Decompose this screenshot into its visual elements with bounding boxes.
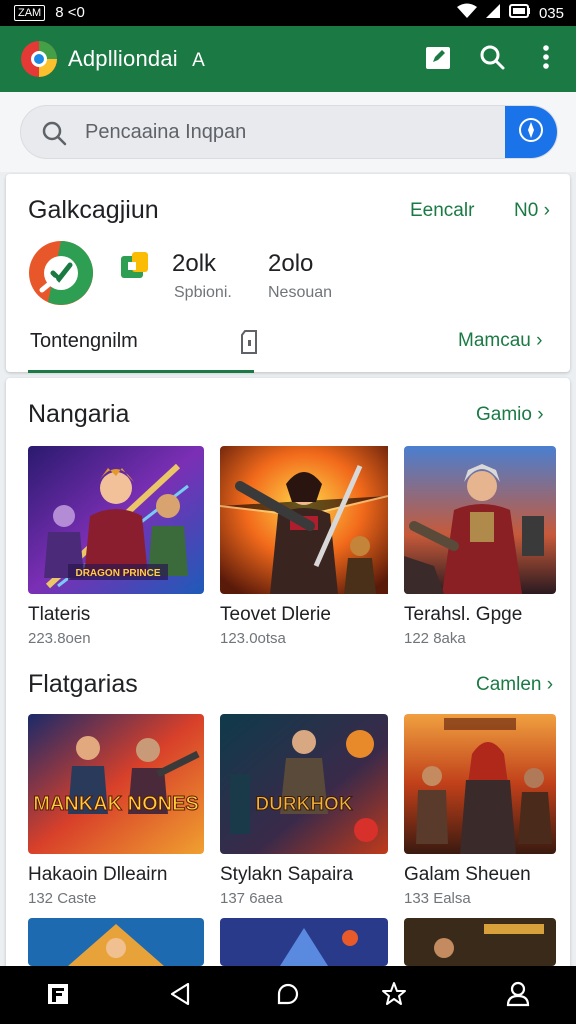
game-sub-5: 137 6aea [220, 890, 283, 907]
summary-link-primary[interactable]: Eencalr [410, 200, 474, 222]
chevron-right-icon: › [536, 330, 543, 351]
nav-home-button[interactable] [272, 980, 304, 1012]
tab-link-label: Mamcau [458, 330, 531, 351]
system-nav-bar [0, 966, 576, 1024]
summary-link-secondary-label: N0 [514, 200, 539, 221]
game-card-7[interactable] [28, 918, 204, 966]
game-card-9[interactable] [404, 918, 556, 966]
game-sub-1: 223.8oen [28, 630, 91, 647]
game-cover-1: DRAGON PRINCE [28, 446, 204, 594]
game-sub-2: 123.0otsa [220, 630, 286, 647]
back-icon [169, 982, 191, 1011]
app-title-text: Adplliondai [68, 46, 178, 71]
game-sub-3: 122 8aka [404, 630, 466, 647]
game-name-5: Stylakn Sapaira [220, 864, 354, 885]
document-icon[interactable] [240, 330, 258, 359]
status-chip: ZAM [14, 4, 46, 21]
game-cover-5: DURKHOK [220, 714, 388, 854]
game-cover-1-text: DRAGON PRINCE [75, 568, 160, 579]
section-title-2: Flatgarias [28, 670, 138, 698]
section-title-1: Nangaria [28, 400, 130, 428]
summary-card: Galkcagjiun Eencalr N0 › 2olk Spbioni. 2… [6, 174, 570, 373]
edit-icon [425, 44, 451, 75]
nav-back-button[interactable] [164, 980, 196, 1012]
search-button[interactable] [474, 41, 510, 77]
edit-button[interactable] [420, 41, 456, 77]
game-name-1: Tlateris [28, 604, 91, 625]
status-time-right: 035 [538, 4, 564, 22]
game-name-3: Terahsl. Gpge [404, 604, 523, 625]
tab-link[interactable]: Mamcau › [458, 330, 542, 352]
app-title-suffix: A [192, 50, 206, 71]
game-cover-4: MANKAK NONES [28, 714, 204, 854]
game-name-4: Hakaoin Dlleairn [28, 864, 168, 885]
game-cover-7 [28, 918, 204, 966]
book-icon [46, 982, 70, 1011]
game-cover-8 [220, 918, 388, 966]
stat-label-1: Spbioni. [174, 284, 232, 301]
game-card-3[interactable]: Terahsl. Gpge 122 8aka [404, 446, 556, 647]
game-card-8[interactable] [220, 918, 396, 966]
search-bar [20, 105, 558, 159]
search-icon [479, 44, 505, 75]
more-vert-icon [542, 44, 550, 74]
tab-indicator [28, 370, 254, 373]
game-cover-6 [404, 714, 556, 854]
stat-value-2: 2olo [268, 250, 314, 277]
game-cover-4-text: MANKAK NONES [33, 793, 199, 815]
game-card-6[interactable]: Galam Sheuen 133 Ealsa [404, 714, 556, 907]
signal-icon [485, 3, 501, 23]
nav-menu-button[interactable] [42, 980, 74, 1012]
stat-label-2: Nesouan [268, 284, 333, 301]
search-submit-button[interactable] [505, 106, 557, 158]
wifi-icon [456, 3, 477, 23]
game-card-1[interactable]: DRAGON PRINCE Tlateris 223.8oen [28, 446, 204, 647]
game-cover-5-text: DURKHOK [255, 794, 352, 815]
battery-icon [508, 4, 531, 22]
game-name-6: Galam Sheuen [404, 864, 531, 885]
status-bar: ZAM 8 <0 035 [0, 0, 576, 26]
chevron-right-icon: › [537, 404, 544, 425]
section-more-1-label: Gamio [476, 404, 532, 425]
person-icon [506, 981, 530, 1012]
game-card-2[interactable]: Teovet Dlerie 123.0otsa [220, 446, 396, 647]
nav-favorites-button[interactable] [378, 980, 410, 1012]
overflow-menu-button[interactable] [528, 41, 564, 77]
chevron-right-icon: › [543, 200, 550, 221]
section-more-2[interactable]: Camlen › [476, 674, 553, 696]
summary-link-secondary[interactable]: N0 › [514, 200, 550, 222]
game-name-2: Teovet Dlerie [220, 604, 331, 625]
home-icon [275, 981, 301, 1012]
app-title: Adplliondai A [68, 46, 205, 72]
section-more-1[interactable]: Gamio › [476, 404, 544, 426]
game-sub-4: 132 Caste [28, 890, 97, 907]
search-input[interactable] [85, 106, 505, 158]
game-card-4[interactable]: MANKAK NONES Hakaoin Dlleairn 132 Caste [28, 714, 204, 907]
tab-primary[interactable]: Tontengnilm [30, 330, 138, 353]
game-cover-3 [404, 446, 556, 594]
game-cover-2 [220, 446, 396, 594]
nav-profile-button[interactable] [502, 980, 534, 1012]
games-card: Nangaria Gamio › DRAGON PRINCE Tlateris … [6, 378, 570, 978]
section-more-2-label: Camlen [476, 674, 542, 695]
app-bar: Adplliondai A [0, 26, 576, 92]
game-sub-6: 133 Ealsa [404, 890, 471, 907]
shield-logo-icon [28, 240, 94, 306]
game-cover-9 [404, 918, 556, 966]
star-icon [381, 981, 407, 1012]
summary-title: Galkcagjiun [28, 196, 159, 224]
search-area [0, 92, 576, 172]
compass-icon [518, 117, 544, 148]
stat-value-1: 2olk [172, 250, 217, 277]
store-bag-icon [118, 248, 150, 280]
status-time-left: 8 <0 [55, 4, 85, 21]
game-card-5[interactable]: DURKHOK Stylakn Sapaira 137 6aea [220, 714, 396, 907]
chevron-right-icon: › [546, 674, 554, 695]
app-logo-icon [20, 40, 58, 78]
search-field-icon [41, 120, 67, 151]
